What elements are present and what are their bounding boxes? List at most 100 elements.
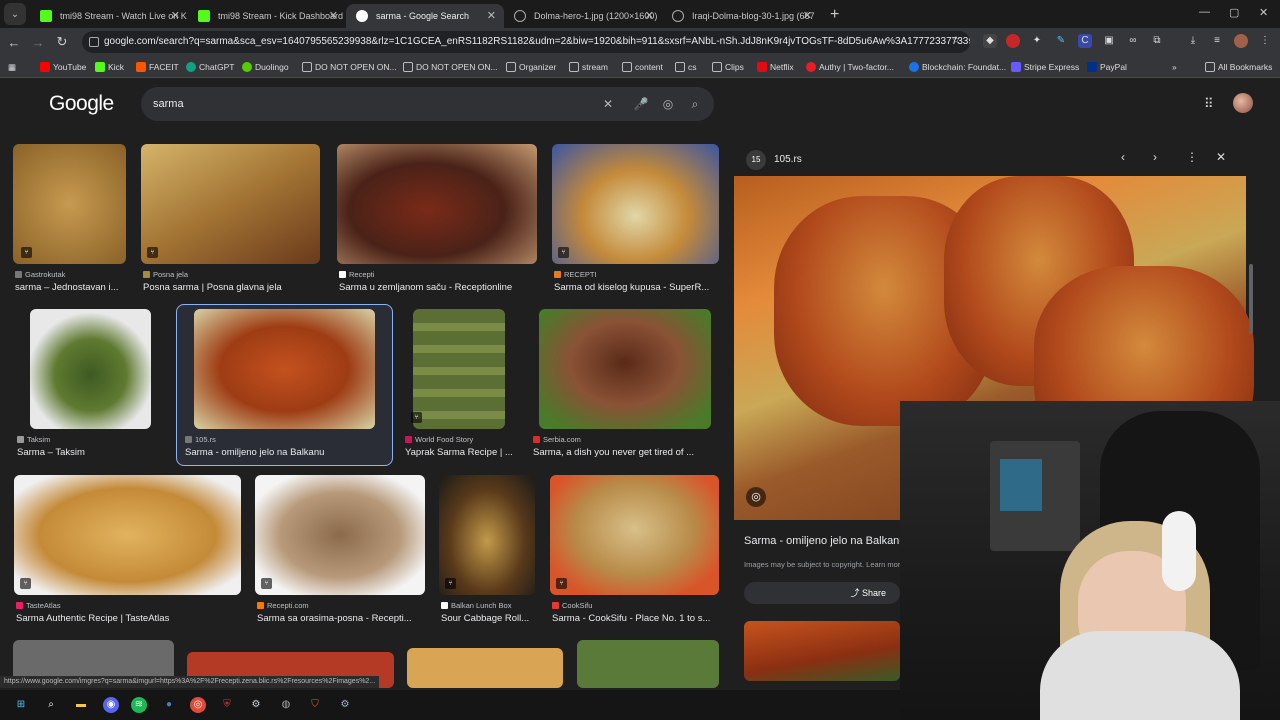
bookmark-paypal[interactable]: PayPal [1087, 56, 1127, 78]
result-thumbnail[interactable] [13, 144, 126, 264]
account-avatar[interactable] [1233, 93, 1253, 113]
result-thumbnail[interactable] [552, 144, 719, 264]
site-info-icon[interactable] [89, 37, 99, 47]
bookmark-blockchain[interactable]: Blockchain: Foundat... [909, 56, 1006, 78]
extension-icon[interactable]: ▣ [1102, 34, 1116, 48]
bookmark-youtube[interactable]: YouTube [40, 56, 86, 78]
forward-icon[interactable]: → [26, 35, 50, 50]
result-thumbnail[interactable] [577, 640, 719, 688]
search-box[interactable]: ✕ 🎤 ◎ ⌕ [141, 87, 714, 121]
result-title[interactable]: Sarma od kiselog kupusa - SuperR... [554, 282, 721, 293]
bookmark-star-icon[interactable]: ☆ [949, 34, 963, 48]
app-icon[interactable]: ◍ [278, 697, 294, 713]
bookmark-authy[interactable]: Authy | Two-factor... [806, 56, 894, 78]
close-icon[interactable]: ✕ [1216, 150, 1226, 164]
panel-title[interactable]: Sarma - omiljeno jelo na Balkanu [744, 535, 904, 547]
result-thumbnail[interactable] [550, 475, 719, 595]
profile-avatar[interactable] [1234, 34, 1248, 48]
puzzle-icon[interactable]: ⧉ [1150, 34, 1164, 48]
back-icon[interactable]: ← [2, 35, 26, 50]
result-thumbnail[interactable] [539, 309, 711, 429]
close-tab-icon[interactable]: ✕ [329, 4, 338, 28]
tab-dolma-hero[interactable]: Dolma-hero-1.jpg (1200×1600) ✕ [504, 4, 662, 28]
google-logo[interactable]: Google [49, 92, 114, 116]
reload-icon[interactable]: ↻ [50, 34, 74, 50]
tab-iraqi-dolma[interactable]: Iraqi-Dolma-blog-30-1.jpg (667 ✕ [662, 4, 820, 28]
chrome-icon[interactable]: ◎ [190, 697, 206, 713]
maximize-icon[interactable]: ▢ [1229, 6, 1239, 19]
extension-icon[interactable] [1006, 34, 1020, 48]
bookmark-folder[interactable]: stream [569, 56, 608, 78]
brave-icon[interactable]: ⛉ [307, 697, 323, 713]
result-title[interactable]: Sarma sa orasima-posna - Recepti... [257, 613, 427, 624]
bookmark-folder[interactable]: DO NOT OPEN ON... [403, 56, 498, 78]
bookmark-folder[interactable]: cs [675, 56, 697, 78]
extension-icon[interactable]: ✦ [1030, 34, 1044, 48]
result-thumbnail[interactable] [337, 144, 537, 264]
download-icon[interactable]: ⤓ [1186, 34, 1200, 48]
extension-icon[interactable]: ✎ [1054, 34, 1068, 48]
new-tab-button[interactable]: + [830, 6, 839, 24]
google-apps-icon[interactable]: ⠿ [1204, 96, 1214, 112]
reading-list-icon[interactable]: ≡ [1210, 34, 1224, 48]
next-icon[interactable]: › [1153, 150, 1157, 164]
bookmark-netflix[interactable]: Netflix [757, 56, 794, 78]
tab-search-icon[interactable]: ⌄ [4, 3, 26, 25]
scrollbar[interactable] [1248, 144, 1254, 394]
tab-kick-stream[interactable]: tmi98 Stream - Watch Live on K ✕ [30, 4, 188, 28]
bookmark-duolingo[interactable]: Duolingo [242, 56, 289, 78]
bookmark-chatgpt[interactable]: ChatGPT [186, 56, 234, 78]
result-title[interactable]: Sarma - omiljeno jelo na Balkanu [185, 447, 385, 458]
result-title[interactable]: Sarma, a dish you never get tired of ... [533, 447, 718, 458]
bookmark-folder[interactable]: Clips [712, 56, 744, 78]
lens-camera-icon[interactable]: ◎ [660, 96, 676, 112]
extension-icon[interactable]: ◆ [983, 34, 997, 48]
bookmark-folder[interactable]: content [622, 56, 663, 78]
search-icon[interactable]: ⌕ [687, 96, 703, 112]
close-tab-icon[interactable]: ✕ [803, 4, 812, 28]
bookmark-folder[interactable]: DO NOT OPEN ON... [302, 56, 397, 78]
more-bookmarks-icon[interactable]: » [1172, 56, 1177, 78]
bookmark-stripe[interactable]: Stripe Express [1011, 56, 1079, 78]
all-bookmarks-folder[interactable]: All Bookmarks [1205, 56, 1272, 78]
result-title[interactable]: Sour Cabbage Roll... [441, 613, 541, 624]
result-thumbnail[interactable] [407, 648, 563, 688]
result-title[interactable]: Sarma Authentic Recipe | TasteAtlas [16, 613, 243, 624]
result-title[interactable]: Sarma - CookSifu - Place No. 1 to s... [552, 613, 721, 624]
discord-icon[interactable]: ◉ [103, 697, 119, 713]
result-thumbnail[interactable] [413, 309, 505, 429]
app-icon[interactable]: ● [161, 697, 177, 713]
result-thumbnail[interactable] [194, 309, 375, 429]
result-title[interactable]: sarma – Jednostavan i... [15, 282, 133, 293]
extension-icon[interactable]: C [1078, 34, 1092, 48]
clear-icon[interactable]: ✕ [600, 96, 616, 112]
search-icon[interactable]: ⌕ [43, 697, 59, 713]
settings-icon[interactable]: ⚙ [337, 697, 353, 713]
more-options-icon[interactable]: ⋮ [1186, 150, 1198, 164]
close-tab-icon[interactable]: ✕ [487, 4, 496, 28]
search-input[interactable] [153, 87, 573, 121]
result-title[interactable]: Sarma – Taksim [17, 447, 167, 458]
result-thumbnail[interactable] [141, 144, 320, 264]
bookmark-kick[interactable]: Kick [95, 56, 124, 78]
microphone-icon[interactable]: 🎤 [633, 96, 649, 112]
close-tab-icon[interactable]: ✕ [171, 4, 180, 28]
result-title[interactable]: Yaprak Sarma Recipe | ... [405, 447, 520, 458]
result-thumbnail[interactable] [255, 475, 425, 595]
lens-search-icon[interactable]: ◎ [746, 487, 766, 507]
apps-grid-icon[interactable]: ▦ [8, 56, 16, 78]
menu-icon[interactable]: ⋮ [1258, 34, 1272, 48]
spotify-icon[interactable]: ≋ [131, 697, 147, 713]
related-thumbnail[interactable] [744, 621, 900, 681]
close-tab-icon[interactable]: ✕ [645, 4, 654, 28]
previous-icon[interactable]: ‹ [1121, 150, 1125, 164]
bookmark-faceit[interactable]: FACEIT [136, 56, 179, 78]
share-button[interactable]: ⤴ Share [744, 582, 900, 604]
result-thumbnail[interactable] [14, 475, 241, 595]
panel-source[interactable]: 105.rs [774, 154, 802, 165]
result-title[interactable]: Posna sarma | Posna glavna jela [143, 282, 328, 293]
tab-kick-dashboard[interactable]: tmi98 Stream - Kick Dashboard ✕ [188, 4, 346, 28]
result-thumbnail[interactable] [30, 309, 151, 429]
steam-icon[interactable]: ⚙ [248, 697, 264, 713]
file-explorer-icon[interactable]: ▬ [73, 697, 89, 713]
